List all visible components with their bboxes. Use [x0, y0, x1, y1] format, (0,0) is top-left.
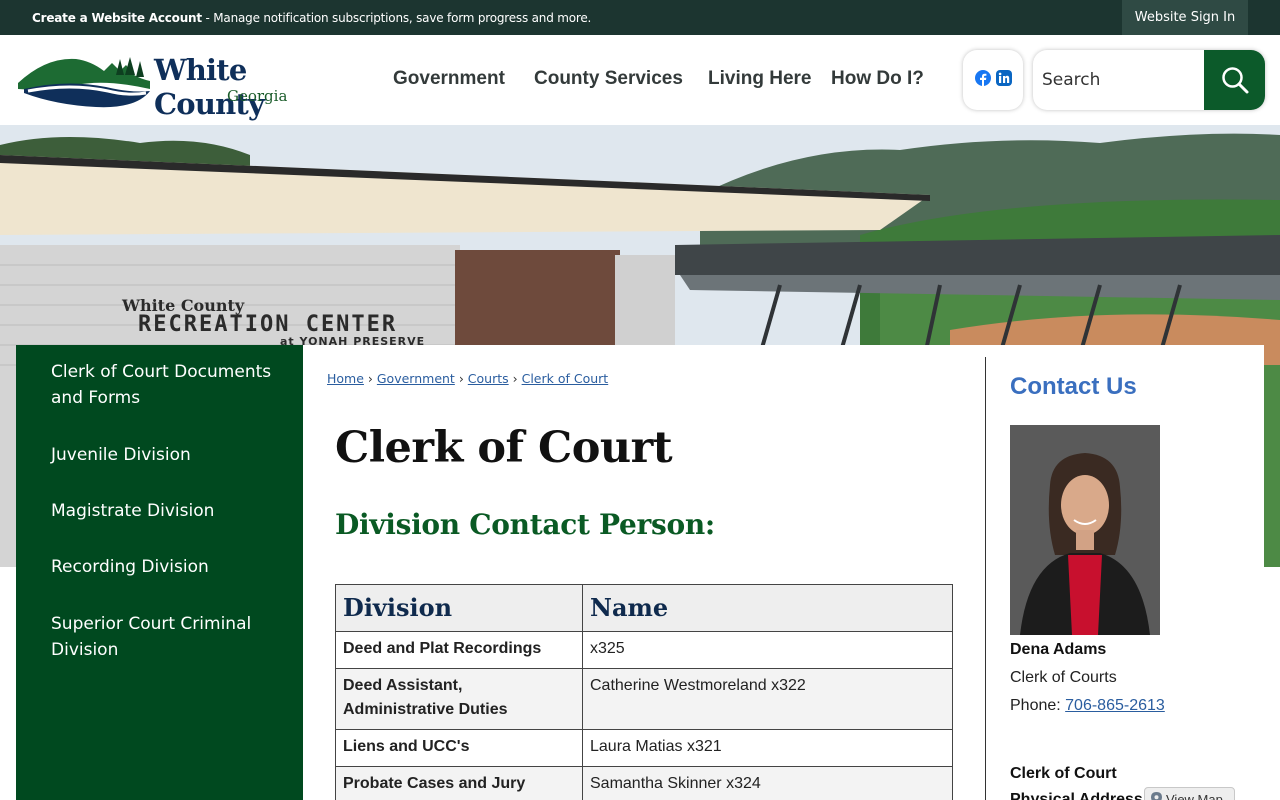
column-header-division: Division	[335, 584, 583, 632]
phone-label: Phone:	[1010, 697, 1066, 714]
table-row: Deed Assistant, Administrative Duties Ca…	[335, 668, 953, 730]
sidebar-item-superior-court-criminal[interactable]: Superior Court Criminal Division	[51, 611, 291, 663]
top-utility-bar: Create a Website Account - Manage notifi…	[0, 0, 1280, 35]
search-button[interactable]	[1204, 50, 1265, 110]
search-box	[1033, 50, 1265, 110]
contact-phone: Phone: 706-865-2613	[1010, 697, 1165, 715]
contact-role: Clerk of Courts	[1010, 669, 1117, 686]
page-title: Clerk of Court	[335, 423, 673, 473]
view-map-label: View Map	[1166, 791, 1223, 800]
column-header-name: Name	[582, 584, 953, 632]
site-header: White County Georgia Government County S…	[0, 35, 1280, 125]
nav-how-do-i[interactable]: How Do I?	[831, 68, 924, 90]
physical-address-heading: Clerk of Court Physical Address	[1010, 765, 1143, 800]
map-pin-icon	[1151, 792, 1162, 800]
account-banner-text: - Manage notification subscriptions, sav…	[201, 11, 592, 25]
section-heading: Division Contact Person:	[335, 508, 715, 541]
name-cell: Catherine Westmoreland x322	[582, 668, 953, 730]
portrait-image	[1010, 425, 1160, 635]
phone-link[interactable]: 706-865-2613	[1065, 697, 1165, 714]
contact-photo	[1010, 425, 1160, 635]
social-links	[963, 50, 1023, 110]
facebook-icon[interactable]	[975, 70, 991, 86]
table-row: Liens and UCC's Laura Matias x321	[335, 729, 953, 767]
nav-government[interactable]: Government	[393, 68, 505, 90]
breadcrumb-home[interactable]: Home	[327, 371, 364, 386]
sidebar-item-documents-forms[interactable]: Clerk of Court Documents and Forms	[51, 359, 291, 411]
sign-in-button[interactable]: Website Sign In	[1122, 0, 1248, 35]
create-account-link[interactable]: Create a Website Account	[32, 11, 202, 25]
linkedin-icon[interactable]	[996, 70, 1012, 86]
contact-us-heading: Contact Us	[1010, 373, 1137, 400]
table-row: Probate Cases and Jury Information Saman…	[335, 766, 953, 800]
nav-county-services[interactable]: County Services	[534, 68, 683, 90]
division-cell: Deed Assistant, Administrative Duties	[335, 668, 583, 730]
breadcrumb: Home › Government › Courts › Clerk of Co…	[327, 371, 609, 386]
sidebar-item-magistrate[interactable]: Magistrate Division	[51, 498, 291, 524]
logo-mountains-icon	[18, 57, 150, 108]
contact-name: Dena Adams	[1010, 641, 1107, 658]
nav-living-here[interactable]: Living Here	[708, 68, 811, 90]
division-cell: Probate Cases and Jury Information	[335, 766, 583, 800]
breadcrumb-government[interactable]: Government	[377, 371, 455, 386]
main-content: Home › Government › Courts › Clerk of Co…	[303, 345, 1264, 800]
sidebar-nav: Clerk of Court Documents and Forms Juven…	[16, 345, 303, 800]
account-banner: Create a Website Account - Manage notifi…	[32, 11, 591, 25]
name-cell: Samantha Skinner x324	[582, 766, 953, 800]
table-row: Deed and Plat Recordings x325	[335, 631, 953, 669]
site-logo[interactable]: White County Georgia	[16, 49, 356, 121]
breadcrumb-clerk-of-court[interactable]: Clerk of Court	[522, 371, 609, 386]
search-icon	[1221, 67, 1248, 94]
name-cell: x325	[582, 631, 953, 669]
name-cell: Laura Matias x321	[582, 729, 953, 767]
view-map-button[interactable]: View Map	[1144, 787, 1235, 800]
table-header-row: Division Name	[335, 584, 953, 632]
breadcrumb-courts[interactable]: Courts	[468, 371, 509, 386]
logo-subtitle: Georgia	[227, 87, 288, 105]
division-cell: Deed and Plat Recordings	[335, 631, 583, 669]
search-input[interactable]	[1033, 50, 1204, 110]
hero-sign-main: RECREATION CENTER	[138, 312, 397, 337]
sidebar-item-juvenile[interactable]: Juvenile Division	[51, 442, 291, 468]
division-cell: Liens and UCC's	[335, 729, 583, 767]
division-contact-table: Division Name Deed and Plat Recordings x…	[335, 584, 953, 800]
sidebar-item-recording[interactable]: Recording Division	[51, 554, 291, 580]
column-divider	[985, 357, 986, 800]
